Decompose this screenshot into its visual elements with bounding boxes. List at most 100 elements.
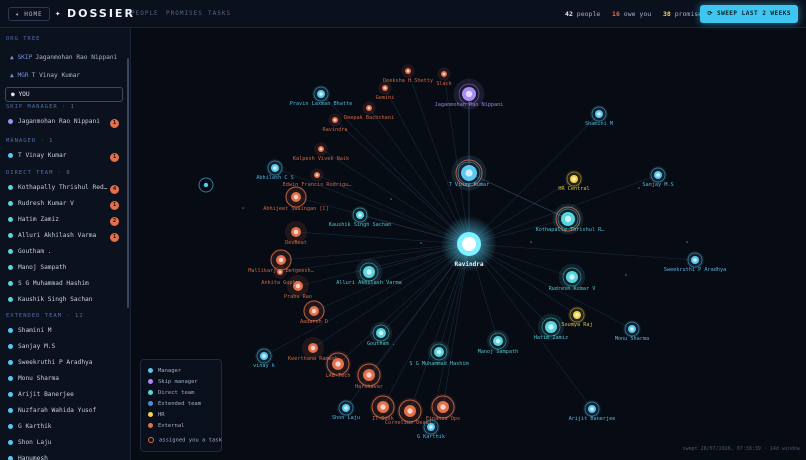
person-name: Alluri Akhilash Varma xyxy=(18,232,97,239)
graph-node-label: Prabu Rao xyxy=(284,294,312,300)
graph-node-label: Deeksha H Shetty xyxy=(383,78,433,84)
legend-label: Manager xyxy=(158,368,182,374)
sidebar-scrollbar[interactable] xyxy=(127,58,129,308)
graph-node[interactable]: S G Muhammad Hashim xyxy=(409,341,469,367)
graph-node[interactable]: Pravin Laxman Bhatte xyxy=(290,85,352,107)
person-row[interactable]: Sanjay M.S xyxy=(8,343,122,355)
status-dot-icon xyxy=(8,392,13,397)
person-name: Shamini M xyxy=(18,327,52,334)
graph-node[interactable]: Slack xyxy=(436,67,453,87)
person-row[interactable]: S G Muhammad Hashim xyxy=(8,280,122,292)
graph-node[interactable]: Arijit Banerjee xyxy=(569,400,616,422)
graph-node-label: Kaushik Singh Sachan xyxy=(329,222,391,228)
person-row[interactable]: Hanumesh xyxy=(8,455,122,460)
person-row[interactable]: Jaganmohan Rao Nippani 1 xyxy=(8,118,122,130)
owe-label: owe you xyxy=(623,10,652,18)
graph-node[interactable]: Manoj Sampath xyxy=(478,330,519,355)
legend-item: Manager xyxy=(148,368,181,374)
graph-node[interactable]: Deeksha H Shetty xyxy=(383,64,433,84)
section-title: SKIP MANAGER · 1 xyxy=(6,104,75,110)
tree-manager[interactable]: ▲ MGR T Vinay Kumar xyxy=(10,72,80,79)
graph-node-label: Aadarsh D xyxy=(300,319,328,325)
graph-node[interactable]: Abhilash C S xyxy=(256,159,294,181)
owe-badge: 1 xyxy=(110,233,119,242)
graph-node[interactable]: Abhijeet Swaingan [C] xyxy=(263,186,329,212)
nav-people[interactable]: PEOPLE xyxy=(131,10,159,17)
nav-promises[interactable]: PROMISES xyxy=(166,10,203,17)
person-row[interactable]: Kaushik Singh Sachan xyxy=(8,296,122,308)
graph-node[interactable]: Soumya Raj xyxy=(561,306,593,328)
graph-node-label: HR Central xyxy=(558,186,589,192)
graph-node[interactable]: IT-Desk xyxy=(369,393,397,422)
top-bar: ◂ HOME ✦ DOSSIER PEOPLE PROMISES TASKS 4… xyxy=(0,0,806,28)
stats-summary: 42 people 16 owe you 38 promises xyxy=(565,10,706,18)
graph-node[interactable]: Gemini xyxy=(376,81,395,101)
graph-node[interactable]: DevBeat xyxy=(285,221,307,246)
legend-item: Extended team xyxy=(148,401,201,407)
graph-node-label: Deepak Bachchani xyxy=(344,115,394,121)
person-row[interactable]: Arijit Banerjee xyxy=(8,391,122,403)
person-row[interactable]: Kothapally Thrishul Red… 4 xyxy=(8,184,122,196)
graph-node[interactable]: vinay k xyxy=(253,347,276,369)
person-row[interactable]: Shamini M xyxy=(8,327,122,339)
graph-node-isolated[interactable] xyxy=(198,177,214,193)
graph-nodes: Jaganmohan Rao Nippani T Vinay Kumar Kotha… xyxy=(198,64,726,440)
tree-skip-manager[interactable]: ▲ SKIP Jaganmohan Rao Nippani xyxy=(10,54,117,61)
person-row[interactable]: Manoj Sampath xyxy=(8,264,122,276)
person-row[interactable]: Shon Laju xyxy=(8,439,122,451)
graph-node[interactable]: Shon Laju xyxy=(332,399,360,421)
graph-node[interactable]: Sanjay M.S xyxy=(642,166,674,188)
graph-node[interactable]: Kothapally Thrishul R… xyxy=(536,203,605,235)
person-row[interactable]: Goutham . xyxy=(8,248,122,260)
graph-node-label: Monu Sharma xyxy=(615,336,649,342)
sweep-button[interactable]: ⟳ SWEEP LAST 2 WEEKS xyxy=(700,5,798,23)
person-row[interactable]: Hatim Zamiz 2 xyxy=(8,216,122,228)
home-button[interactable]: ◂ HOME xyxy=(8,7,50,21)
legend-item: Direct team xyxy=(148,390,194,396)
graph-node-label: LAB-Tech xyxy=(326,373,351,379)
graph-node-label: Ravindra xyxy=(323,127,348,133)
graph-node-label: Pravin Laxman Bhatte xyxy=(290,101,352,107)
person-row[interactable]: Rudresh Kumar V 1 xyxy=(8,200,122,212)
person-name: Sweekruthi P Aradhya xyxy=(18,359,93,366)
legend-dot-icon xyxy=(148,401,153,406)
graph-node-center[interactable]: Ravindra xyxy=(441,216,497,272)
person-row[interactable]: Nuzfarah Wahida Yusof xyxy=(8,407,122,419)
owe-badge: 1 xyxy=(110,153,119,162)
graph-node-label: Harshavar xyxy=(355,384,383,390)
legend-dot-icon xyxy=(148,412,153,417)
graph-node[interactable]: LAB-Tech xyxy=(324,350,352,379)
graph-node[interactable]: Sweekruthi P Aradhya xyxy=(664,251,726,273)
graph-node[interactable]: T Vinay Kumar xyxy=(449,155,490,191)
graph-node-label: Slack xyxy=(436,81,452,87)
nav-tasks[interactable]: TASKS xyxy=(208,10,231,17)
legend-dot-icon xyxy=(148,379,153,384)
status-dot-icon xyxy=(8,201,13,206)
promises-count: 38 xyxy=(662,10,671,18)
status-dot-icon xyxy=(8,344,13,349)
person-row[interactable]: Sweekruthi P Aradhya xyxy=(8,359,122,371)
legend-label: HR xyxy=(158,412,165,418)
graph-node[interactable]: Aadarsh D xyxy=(300,300,328,325)
section-title: DIRECT TEAM · 8 xyxy=(6,170,71,176)
graph-node[interactable]: Shamini M xyxy=(585,105,613,127)
graph-node[interactable]: Kaushik Singh Sachan xyxy=(329,206,391,228)
you-node[interactable]: ● YOU xyxy=(5,87,123,102)
person-row[interactable]: Monu Sharma xyxy=(8,375,122,387)
status-dot-icon xyxy=(8,153,13,158)
graph-node[interactable]: Finance Ops xyxy=(426,393,460,422)
graph-node[interactable]: Kalpesh Vivek Naik xyxy=(293,142,350,162)
person-row[interactable]: G Karthik xyxy=(8,423,122,435)
graph-node[interactable]: HR Central xyxy=(558,170,590,192)
relationship-graph[interactable]: Jaganmohan Rao Nippani T Vinay Kumar Kotha… xyxy=(131,28,806,460)
graph-node[interactable]: Prabu Rao xyxy=(284,275,312,300)
graph-node[interactable]: Monu Sharma xyxy=(615,320,649,342)
person-row[interactable]: T Vinay Kumar 1 xyxy=(8,152,122,164)
person-name: Shon Laju xyxy=(18,439,52,446)
graph-node[interactable]: Goutham . xyxy=(367,322,395,347)
tree-name: Jaganmohan Rao Nippani xyxy=(35,54,118,61)
status-dot-icon xyxy=(8,185,13,190)
person-row[interactable]: Alluri Akhilash Varma 1 xyxy=(8,232,122,244)
graph-node[interactable]: Rudresh Kumar V xyxy=(549,263,596,292)
status-dot-icon xyxy=(8,328,13,333)
